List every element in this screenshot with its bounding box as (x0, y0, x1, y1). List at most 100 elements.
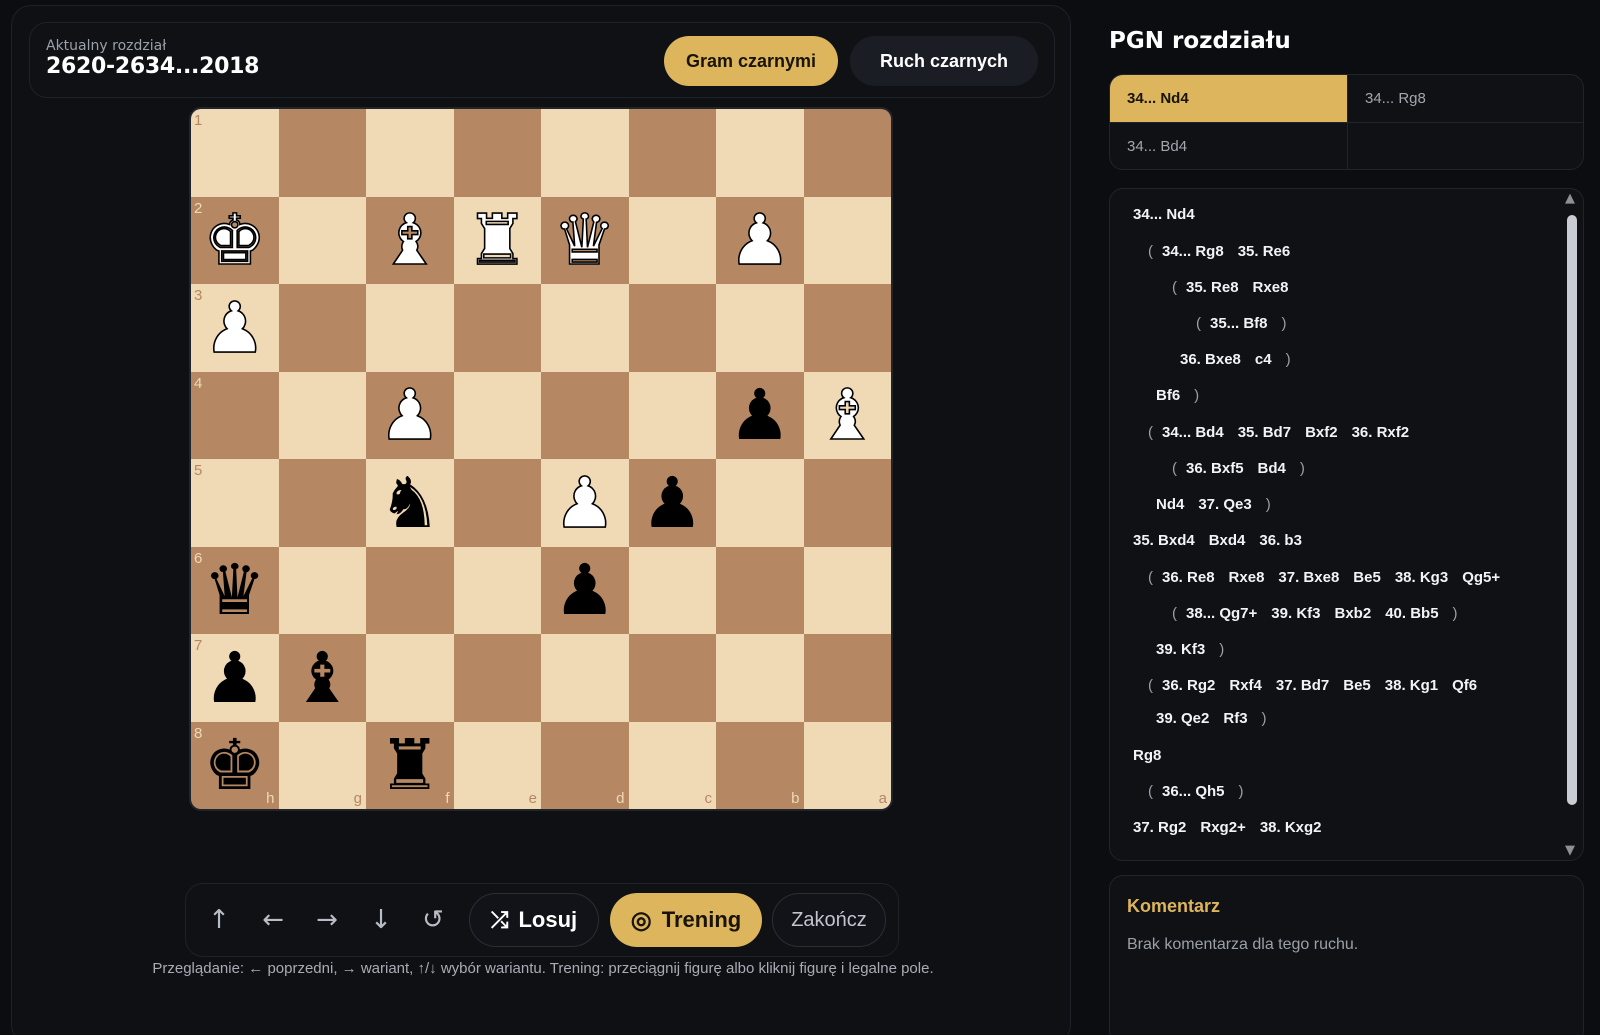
square-c6[interactable] (628, 546, 716, 634)
white-pawn-icon[interactable]: ♟ (203, 292, 267, 364)
square-d6[interactable]: ♟ (541, 546, 629, 634)
square-d4[interactable] (541, 371, 629, 459)
pgn-move[interactable]: 39. Kf3 (1156, 641, 1205, 658)
square-h7[interactable]: 7 ♟ (191, 634, 279, 722)
square-a1[interactable] (803, 109, 891, 197)
pgn-move[interactable]: Rxe8 (1229, 569, 1265, 586)
pgn-move[interactable]: 36. Re8 (1162, 569, 1215, 586)
pgn-move[interactable]: Rxg2+ (1200, 819, 1245, 836)
square-b4[interactable]: ♟ (716, 371, 804, 459)
square-c7[interactable] (628, 634, 716, 722)
pgn-move[interactable]: 35. Re8 (1186, 279, 1239, 296)
black-king-icon[interactable]: ♚ (203, 730, 266, 800)
arrow-down-icon[interactable]: ↓ (364, 903, 398, 937)
pgn-move[interactable]: 38. Kg1 (1385, 677, 1438, 694)
pgn-move[interactable]: 39. Qe2 (1156, 710, 1209, 727)
white-bishop-icon[interactable]: ♝ (378, 204, 442, 276)
pgn-move[interactable]: 36. Rg2 (1162, 677, 1215, 694)
square-g3[interactable] (278, 284, 366, 372)
pgn-move[interactable]: Nd4 (1156, 496, 1184, 513)
square-c8[interactable]: c (628, 721, 716, 809)
pgn-move[interactable]: 36. b3 (1259, 532, 1302, 549)
square-f1[interactable] (366, 109, 454, 197)
square-c3[interactable] (628, 284, 716, 372)
square-d5[interactable]: ♟ (541, 459, 629, 547)
square-a8[interactable]: a (803, 721, 891, 809)
square-b8[interactable]: b (716, 721, 804, 809)
pgn-move[interactable]: 35... Bf8 (1210, 315, 1268, 332)
square-a7[interactable] (803, 634, 891, 722)
square-e3[interactable] (453, 284, 541, 372)
square-a5[interactable] (803, 459, 891, 547)
square-f4[interactable]: ♟ (366, 371, 454, 459)
variant-tab-3[interactable]: 34... Bd4 (1110, 122, 1347, 169)
square-b2[interactable]: ♟ (716, 196, 804, 284)
arrow-up-icon[interactable]: ↑ (202, 903, 236, 937)
pgn-move[interactable]: Rg8 (1133, 747, 1161, 764)
finish-button[interactable]: Zakończ (772, 893, 886, 947)
square-d3[interactable] (541, 284, 629, 372)
pgn-move[interactable]: Bxf2 (1305, 424, 1338, 441)
pgn-move[interactable]: Bxb2 (1335, 605, 1372, 622)
square-a3[interactable] (803, 284, 891, 372)
square-g2[interactable] (278, 196, 366, 284)
pgn-move[interactable]: 38... Qg7+ (1186, 605, 1257, 622)
square-g1[interactable] (278, 109, 366, 197)
square-f6[interactable] (366, 546, 454, 634)
square-e1[interactable] (453, 109, 541, 197)
square-f8[interactable]: f ♜ (366, 721, 454, 809)
white-rook-icon[interactable]: ♜ (465, 204, 529, 276)
pgn-move[interactable]: 40. Bb5 (1385, 605, 1438, 622)
square-h1[interactable]: 1 (191, 109, 279, 197)
pgn-move[interactable]: 34... Rg8 (1162, 243, 1224, 260)
square-h2[interactable]: 2 ♚ (191, 196, 279, 284)
pgn-move[interactable]: Rxe8 (1253, 279, 1289, 296)
square-b1[interactable] (716, 109, 804, 197)
square-f7[interactable] (366, 634, 454, 722)
square-c1[interactable] (628, 109, 716, 197)
pgn-move[interactable]: 36... Qh5 (1162, 783, 1225, 800)
square-a6[interactable] (803, 546, 891, 634)
white-pawn-icon[interactable]: ♟ (378, 379, 442, 451)
square-h8[interactable]: 8 h ♚ (191, 721, 279, 809)
arrow-left-icon[interactable]: ← (256, 903, 290, 937)
square-f2[interactable]: ♝ (366, 196, 454, 284)
square-d2[interactable]: ♛ (541, 196, 629, 284)
black-rook-icon[interactable]: ♜ (378, 730, 441, 800)
black-pawn-icon[interactable]: ♟ (641, 468, 704, 538)
chess-board[interactable]: 1 2 ♚ ♝ ♜ ♛ ♟ 3 ♟ 4 ♟ ♟ ♝ 5 ♞ ♟ ♟ 6 ♛ ♟ 7 ♟ ♝ 8 h ♚ g f ♜ e d c b a (191, 109, 891, 809)
variant-tab-2[interactable]: 34... Rg8 (1347, 75, 1583, 122)
square-f5[interactable]: ♞ (366, 459, 454, 547)
white-pawn-icon[interactable]: ♟ (728, 204, 792, 276)
square-e4[interactable] (453, 371, 541, 459)
square-h3[interactable]: 3 ♟ (191, 284, 279, 372)
pgn-move[interactable]: 38. Kg3 (1395, 569, 1448, 586)
square-c4[interactable] (628, 371, 716, 459)
square-b3[interactable] (716, 284, 804, 372)
pgn-move[interactable]: Be5 (1343, 677, 1371, 694)
play-as-black-button[interactable]: Gram czarnymi (664, 36, 838, 86)
square-g8[interactable]: g (278, 721, 366, 809)
square-g6[interactable] (278, 546, 366, 634)
white-king-icon[interactable]: ♚ (203, 204, 267, 276)
pgn-move[interactable]: Rxf4 (1229, 677, 1262, 694)
pgn-move[interactable]: Be5 (1353, 569, 1381, 586)
square-h6[interactable]: 6 ♛ (191, 546, 279, 634)
training-button[interactable]: ◎ Trening (610, 893, 762, 947)
pgn-move[interactable]: Bf6 (1156, 387, 1180, 404)
square-c5[interactable]: ♟ (628, 459, 716, 547)
black-pawn-icon[interactable]: ♟ (203, 643, 266, 713)
black-pawn-icon[interactable]: ♟ (553, 555, 616, 625)
black-knight-icon[interactable]: ♞ (378, 468, 441, 538)
pgn-move[interactable]: 34... Bd4 (1162, 424, 1224, 441)
pgn-move[interactable]: Qg5+ (1462, 569, 1500, 586)
pgn-move[interactable]: 36. Bxe8 (1180, 351, 1241, 368)
pgn-move[interactable]: 37. Bxe8 (1278, 569, 1339, 586)
pgn-move-list[interactable]: ▲ ▼ 34... Nd4 (34... Rg8 35. Re6 (35. Re8 Rx… (1109, 188, 1584, 861)
black-queen-icon[interactable]: ♛ (203, 555, 266, 625)
black-bishop-icon[interactable]: ♝ (291, 643, 354, 713)
square-h4[interactable]: 4 (191, 371, 279, 459)
pgn-move[interactable]: 36. Rxf2 (1352, 424, 1410, 441)
white-bishop-icon[interactable]: ♝ (815, 379, 879, 451)
square-e7[interactable] (453, 634, 541, 722)
